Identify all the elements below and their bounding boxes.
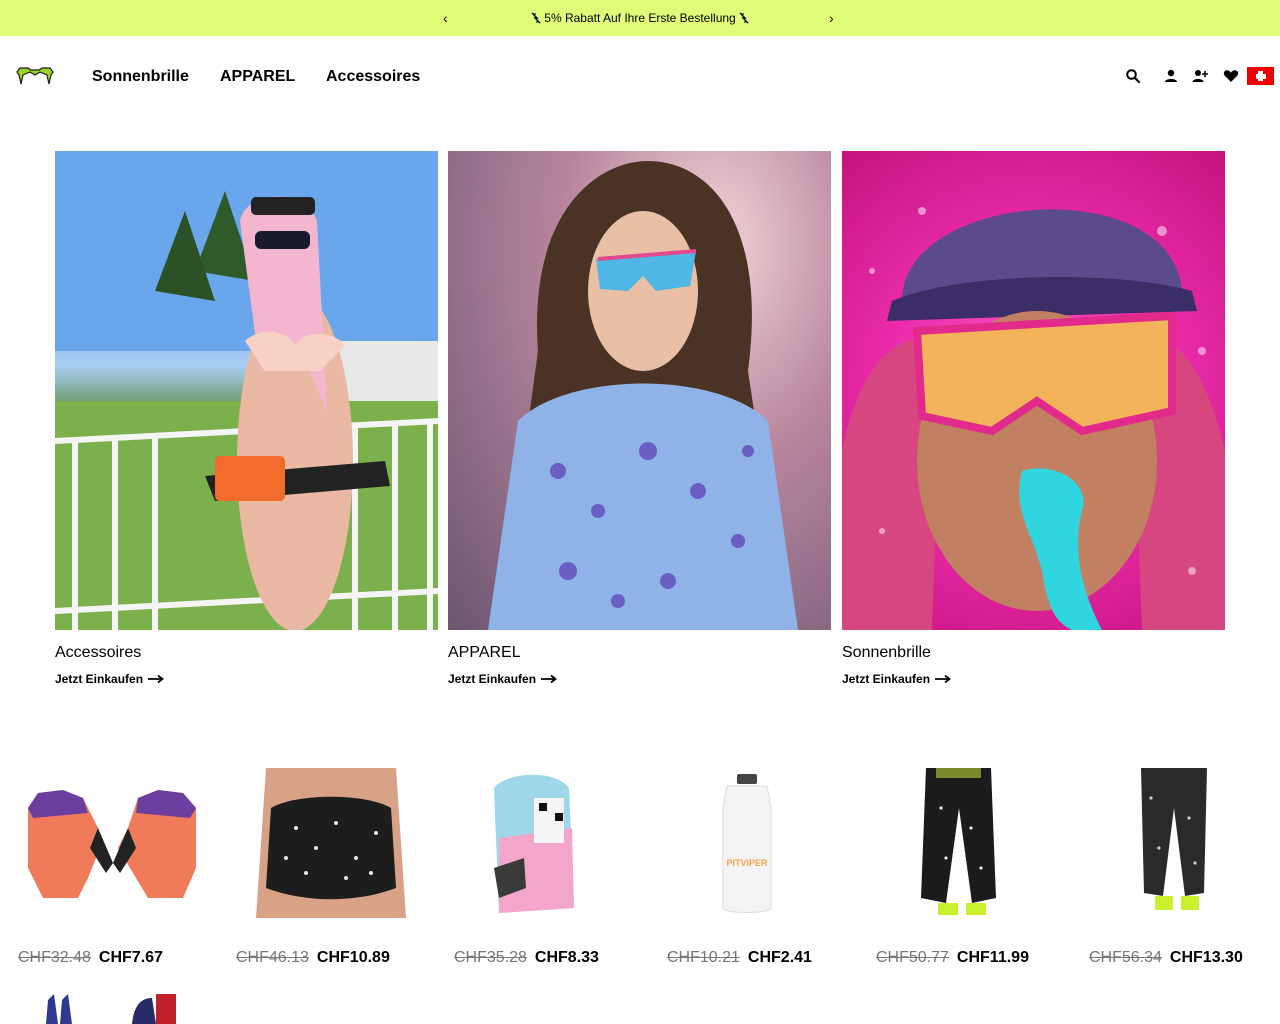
- announcement-message-wrap: 5% Rabatt Auf Ihre Erste Bestellung: [0, 11, 1280, 25]
- lightning-icon: [739, 12, 749, 24]
- product-image-sports-bra[interactable]: [236, 768, 426, 918]
- nav-accessoires[interactable]: Accessoires: [326, 68, 420, 86]
- product-price: CHF46.13 CHF10.89: [236, 949, 456, 967]
- original-price: CHF46.13: [236, 949, 309, 966]
- category-image[interactable]: [448, 151, 831, 630]
- nav-sonnenbrille[interactable]: Sonnenbrille: [92, 68, 189, 86]
- shop-now-link[interactable]: Jetzt Einkaufen: [55, 672, 164, 686]
- swiss-flag-icon[interactable]: [1247, 67, 1274, 85]
- product-photo: PITVIPER: [722, 774, 772, 913]
- announcement-bar: ‹ 5% Rabatt Auf Ihre Erste Bestellung ›: [0, 0, 1280, 36]
- sale-price: CHF7.67: [98, 949, 163, 966]
- search-icon[interactable]: [1125, 68, 1141, 84]
- nav-apparel[interactable]: APPAREL: [220, 68, 295, 86]
- svg-text:PITVIPER: PITVIPER: [726, 858, 768, 868]
- account-icon[interactable]: [1163, 68, 1179, 84]
- product-image-balaclava[interactable]: [454, 768, 644, 918]
- register-icon[interactable]: [1192, 68, 1208, 84]
- product-card[interactable]: CHF50.77 CHF11.99: [876, 768, 1066, 966]
- product-card[interactable]: CHF35.28 CHF8.33: [454, 768, 644, 966]
- product-card[interactable]: PITVIPER CHF10.21 CHF2.41: [667, 768, 857, 966]
- brand-logo[interactable]: [16, 66, 54, 86]
- product-photo: [1141, 768, 1207, 910]
- sale-price: CHF2.41: [747, 949, 812, 966]
- category-image[interactable]: [842, 151, 1225, 630]
- original-price: CHF50.77: [876, 949, 949, 966]
- sale-price: CHF8.33: [534, 949, 599, 966]
- sale-price: CHF13.30: [1169, 949, 1243, 966]
- product-price: CHF35.28 CHF8.33: [454, 949, 674, 967]
- shop-now-link[interactable]: Jetzt Einkaufen: [448, 672, 557, 686]
- product-price: CHF10.21 CHF2.41: [667, 949, 887, 967]
- original-price: CHF32.48: [18, 949, 91, 966]
- sale-price: CHF10.89: [316, 949, 390, 966]
- product-image-joggers[interactable]: [876, 768, 1066, 918]
- arrow-right-icon: [935, 675, 951, 683]
- product-price: CHF50.77 CHF11.99: [876, 949, 1096, 967]
- shop-now-label: Jetzt Einkaufen: [55, 672, 144, 686]
- shop-now-link[interactable]: Jetzt Einkaufen: [842, 672, 951, 686]
- product-image-gloves[interactable]: [18, 768, 208, 918]
- product-photo: [494, 774, 574, 913]
- category-image[interactable]: [55, 151, 438, 630]
- product-card[interactable]: CHF56.34 CHF13.30: [1089, 768, 1279, 966]
- site-header: Sonnenbrille APPAREL Accessoires: [0, 36, 1280, 118]
- lightning-icon: [531, 12, 541, 24]
- product-image-leggings[interactable]: [1089, 768, 1279, 918]
- product-price: CHF56.34 CHF13.30: [1089, 949, 1280, 967]
- shop-now-label: Jetzt Einkaufen: [842, 672, 931, 686]
- announcement-next-button[interactable]: ›: [829, 9, 834, 27]
- category-photo: [842, 207, 1225, 630]
- product-image-partial[interactable]: [128, 994, 188, 1024]
- category-title[interactable]: Accessoires: [55, 643, 438, 662]
- category-photo: [55, 151, 438, 630]
- product-photo: [921, 768, 996, 915]
- product-card[interactable]: CHF32.48 CHF7.67: [18, 768, 208, 966]
- original-price: CHF10.21: [667, 949, 740, 966]
- category-card-apparel[interactable]: APPAREL Jetzt Einkaufen: [448, 151, 831, 688]
- product-photo: [256, 768, 406, 918]
- arrow-right-icon: [148, 675, 164, 683]
- category-photo: [488, 161, 798, 630]
- category-title[interactable]: APPAREL: [448, 643, 831, 662]
- original-price: CHF56.34: [1089, 949, 1162, 966]
- product-card[interactable]: CHF46.13 CHF10.89: [236, 768, 426, 966]
- shop-now-label: Jetzt Einkaufen: [448, 672, 537, 686]
- category-card-accessoires[interactable]: Accessoires Jetzt Einkaufen: [55, 151, 438, 688]
- product-image-water-bottle[interactable]: PITVIPER: [667, 768, 857, 918]
- product-price: CHF32.48 CHF7.67: [18, 949, 238, 967]
- announcement-message[interactable]: 5% Rabatt Auf Ihre Erste Bestellung: [544, 11, 735, 25]
- product-photo: [28, 790, 196, 898]
- category-title[interactable]: Sonnenbrille: [842, 643, 1225, 662]
- wishlist-icon[interactable]: [1223, 68, 1239, 84]
- arrow-right-icon: [541, 675, 557, 683]
- sale-price: CHF11.99: [956, 949, 1029, 966]
- category-card-sonnenbrille[interactable]: Sonnenbrille Jetzt Einkaufen: [842, 151, 1225, 688]
- original-price: CHF35.28: [454, 949, 527, 966]
- product-image-partial[interactable]: [40, 994, 100, 1024]
